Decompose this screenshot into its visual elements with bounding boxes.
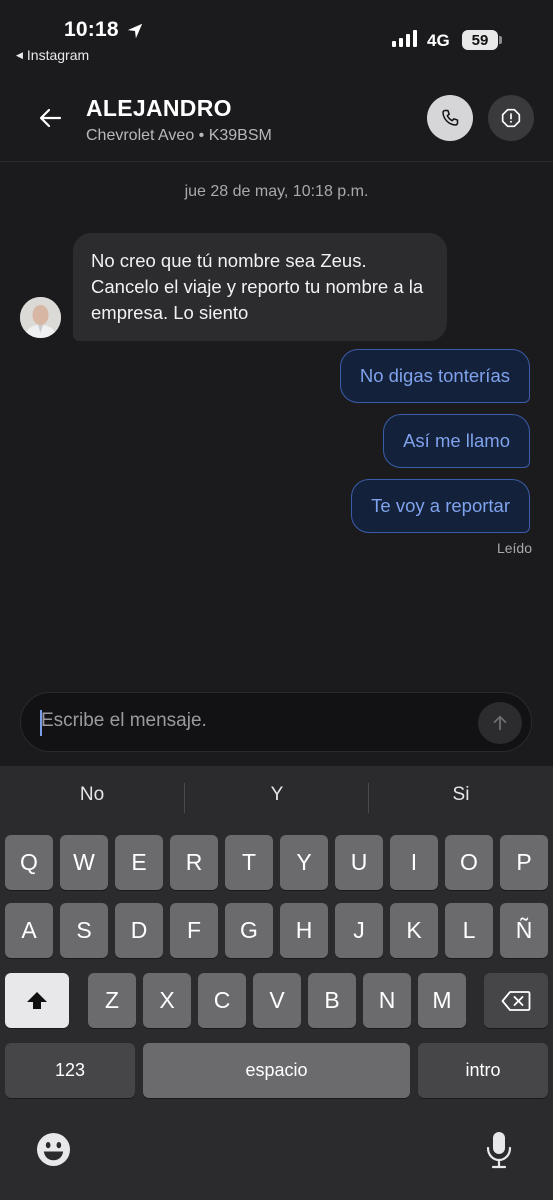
key-b[interactable]: B	[308, 973, 356, 1028]
key-k[interactable]: K	[390, 903, 438, 958]
arrow-up-icon	[493, 715, 507, 731]
chat-header: ALEJANDRO Chevrolet Aveo • K39BSM	[0, 80, 553, 162]
numbers-key[interactable]: 123	[5, 1043, 135, 1098]
message-input[interactable]: Escribe el mensaje.	[41, 710, 207, 732]
key-m[interactable]: M	[418, 973, 466, 1028]
message-timestamp: jue 28 de may, 10:18 p.m.	[184, 183, 369, 200]
back-app-label: Instagram	[26, 47, 90, 63]
battery-icon: 59	[462, 30, 498, 50]
key-f[interactable]: F	[170, 903, 218, 958]
network-type: 4G	[427, 31, 450, 50]
outgoing-message[interactable]: Así me llamo	[383, 414, 530, 468]
key-u[interactable]: U	[335, 835, 383, 890]
key-o[interactable]: O	[445, 835, 493, 890]
shift-icon	[27, 991, 47, 1009]
phone-icon	[442, 109, 459, 126]
location-arrow-icon	[127, 23, 143, 39]
keyboard: No Y Si Q W E R T Y U I O P A S D F G H …	[0, 766, 553, 1200]
key-d[interactable]: D	[115, 903, 163, 958]
key-t[interactable]: T	[225, 835, 273, 890]
key-enye[interactable]: Ñ	[500, 903, 548, 958]
back-arrow-icon[interactable]	[36, 104, 64, 132]
microphone-icon[interactable]	[484, 1130, 514, 1170]
shift-key[interactable]	[5, 973, 69, 1028]
key-v[interactable]: V	[253, 973, 301, 1028]
key-l[interactable]: L	[445, 903, 493, 958]
key-y[interactable]: Y	[280, 835, 328, 890]
back-to-app-link[interactable]: ◀ Instagram	[16, 47, 89, 63]
key-e[interactable]: E	[115, 835, 163, 890]
delete-icon	[501, 990, 531, 1011]
key-i[interactable]: I	[390, 835, 438, 890]
battery-level: 59	[471, 31, 489, 49]
key-x[interactable]: X	[143, 973, 191, 1028]
key-a[interactable]: A	[5, 903, 53, 958]
key-s[interactable]: S	[60, 903, 108, 958]
vehicle-info: Chevrolet Aveo • K39BSM	[86, 127, 272, 144]
space-key[interactable]: espacio	[143, 1043, 410, 1098]
alert-icon	[501, 108, 521, 128]
battery-tip	[499, 36, 502, 44]
key-q[interactable]: Q	[5, 835, 53, 890]
suggestion-3[interactable]: Si	[369, 784, 553, 806]
key-g[interactable]: G	[225, 903, 273, 958]
back-triangle-icon: ◀	[16, 49, 23, 60]
outgoing-message[interactable]: No digas tonterías	[339, 349, 530, 403]
key-n[interactable]: N	[363, 973, 411, 1028]
outgoing-message[interactable]: Te voy a reportar	[351, 479, 530, 533]
emoji-icon[interactable]	[36, 1132, 71, 1167]
avatar[interactable]	[20, 297, 61, 338]
message-composer[interactable]: Escribe el mensaje.	[20, 692, 532, 752]
suggestion-1[interactable]: No	[0, 784, 184, 806]
clock: 10:18	[64, 18, 119, 41]
key-r[interactable]: R	[170, 835, 218, 890]
key-z[interactable]: Z	[88, 973, 136, 1028]
key-w[interactable]: W	[60, 835, 108, 890]
key-j[interactable]: J	[335, 903, 383, 958]
contact-name: ALEJANDRO	[86, 95, 232, 121]
signal-icon	[392, 30, 417, 47]
key-h[interactable]: H	[280, 903, 328, 958]
incoming-message[interactable]: No creo que tú nombre sea Zeus. Cancelo …	[73, 233, 447, 341]
return-key[interactable]: intro	[418, 1043, 548, 1098]
report-button[interactable]	[488, 95, 534, 141]
read-receipt: Leído	[496, 540, 532, 556]
delete-key[interactable]	[484, 973, 548, 1028]
driver-photo	[20, 297, 61, 338]
suggestion-2[interactable]: Y	[185, 784, 369, 806]
send-button[interactable]	[478, 702, 522, 744]
status-bar: 10:18 ◀ Instagram 4G 59	[0, 0, 553, 70]
key-c[interactable]: C	[198, 973, 246, 1028]
key-p[interactable]: P	[500, 835, 548, 890]
call-button[interactable]	[427, 95, 473, 141]
